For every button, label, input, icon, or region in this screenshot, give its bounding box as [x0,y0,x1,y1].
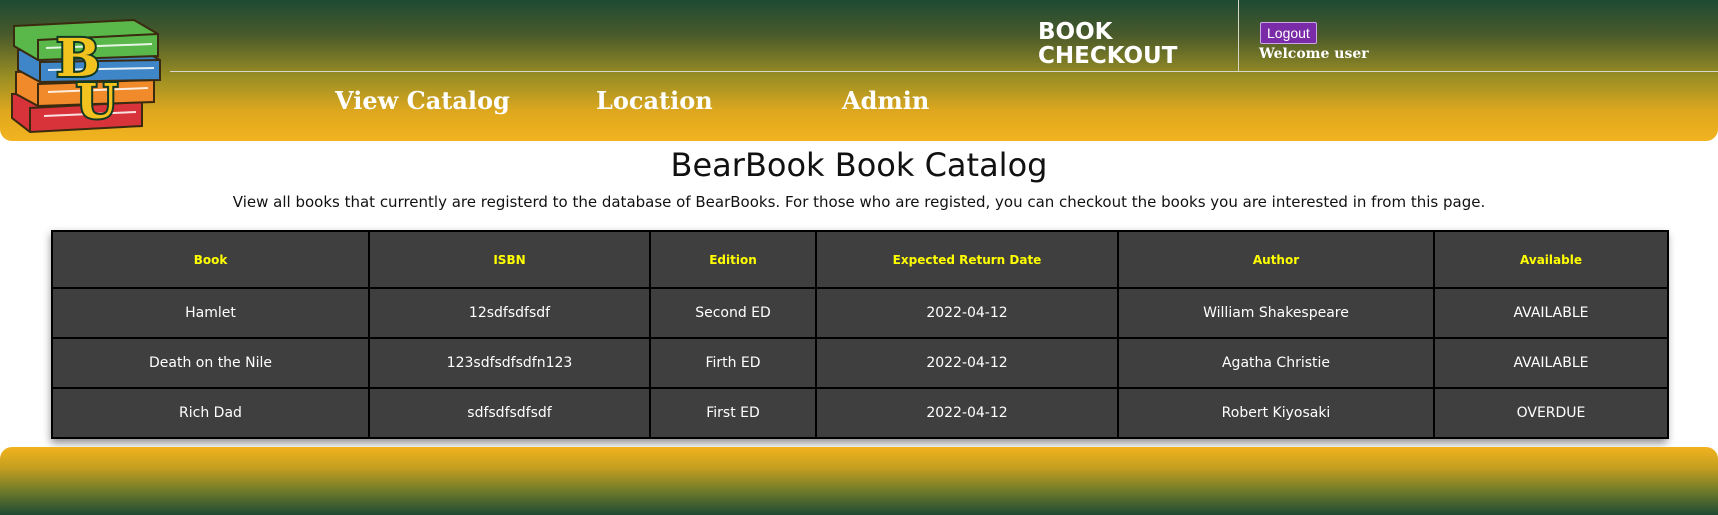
header-vertical-divider [1238,0,1239,71]
cell-available: AVAILABLE [1433,287,1669,339]
column-header-book: Book [51,230,370,289]
cell-return-date: 2022-04-12 [815,387,1119,439]
header-divider [170,71,1718,72]
logout-button[interactable]: Logout [1260,22,1317,44]
table-row[interactable]: Hamlet 12sdfsdfsdf Second ED 2022-04-12 … [51,287,1669,339]
cell-return-date: 2022-04-12 [815,337,1119,389]
cell-edition: Second ED [649,287,817,339]
catalog-table-container: Book ISBN Edition Expected Return Date A… [51,230,1669,439]
column-header-return-date: Expected Return Date [815,230,1119,289]
svg-text:U: U [76,74,118,130]
page-title: BearBook Book Catalog [670,146,1048,184]
nav-location[interactable]: Location [596,86,713,115]
site-footer [0,447,1718,515]
cell-available: AVAILABLE [1433,337,1669,389]
column-header-isbn: ISBN [368,230,651,289]
cell-return-date: 2022-04-12 [815,287,1119,339]
cell-edition: First ED [649,387,817,439]
cell-available: OVERDUE [1433,387,1669,439]
cell-book: Hamlet [51,287,370,339]
nav-view-catalog[interactable]: View Catalog [335,86,510,115]
cell-isbn: 123sdfsdfsdfn123 [368,337,651,389]
brand-line-2: CHECKOUT [1038,43,1178,69]
cell-author: Robert Kiyosaki [1117,387,1435,439]
cell-author: Agatha Christie [1117,337,1435,389]
column-header-author: Author [1117,230,1435,289]
cell-book: Death on the Nile [51,337,370,389]
page-description: View all books that currently are regist… [232,193,1486,211]
books-logo-icon[interactable]: B U [4,6,174,138]
table-header-row: Book ISBN Edition Expected Return Date A… [51,230,1669,289]
welcome-text: Welcome user [1259,46,1369,62]
brand-line-1: BOOK [1038,19,1113,45]
table-row[interactable]: Death on the Nile 123sdfsdfsdfn123 Firth… [51,337,1669,389]
table-row[interactable]: Rich Dad sdfsdfsdfsdf First ED 2022-04-1… [51,387,1669,439]
column-header-edition: Edition [649,230,817,289]
cell-author: William Shakespeare [1117,287,1435,339]
cell-isbn: sdfsdfsdfsdf [368,387,651,439]
catalog-table: Book ISBN Edition Expected Return Date A… [51,230,1669,439]
column-header-available: Available [1433,230,1669,289]
cell-isbn: 12sdfsdfsdf [368,287,651,339]
cell-edition: Firth ED [649,337,817,389]
site-header: B U BOOK CHECKOUT Logout Welcome user Vi… [0,0,1718,141]
brand-title: BOOK CHECKOUT [1038,20,1177,68]
cell-book: Rich Dad [51,387,370,439]
nav-admin[interactable]: Admin [842,86,929,115]
